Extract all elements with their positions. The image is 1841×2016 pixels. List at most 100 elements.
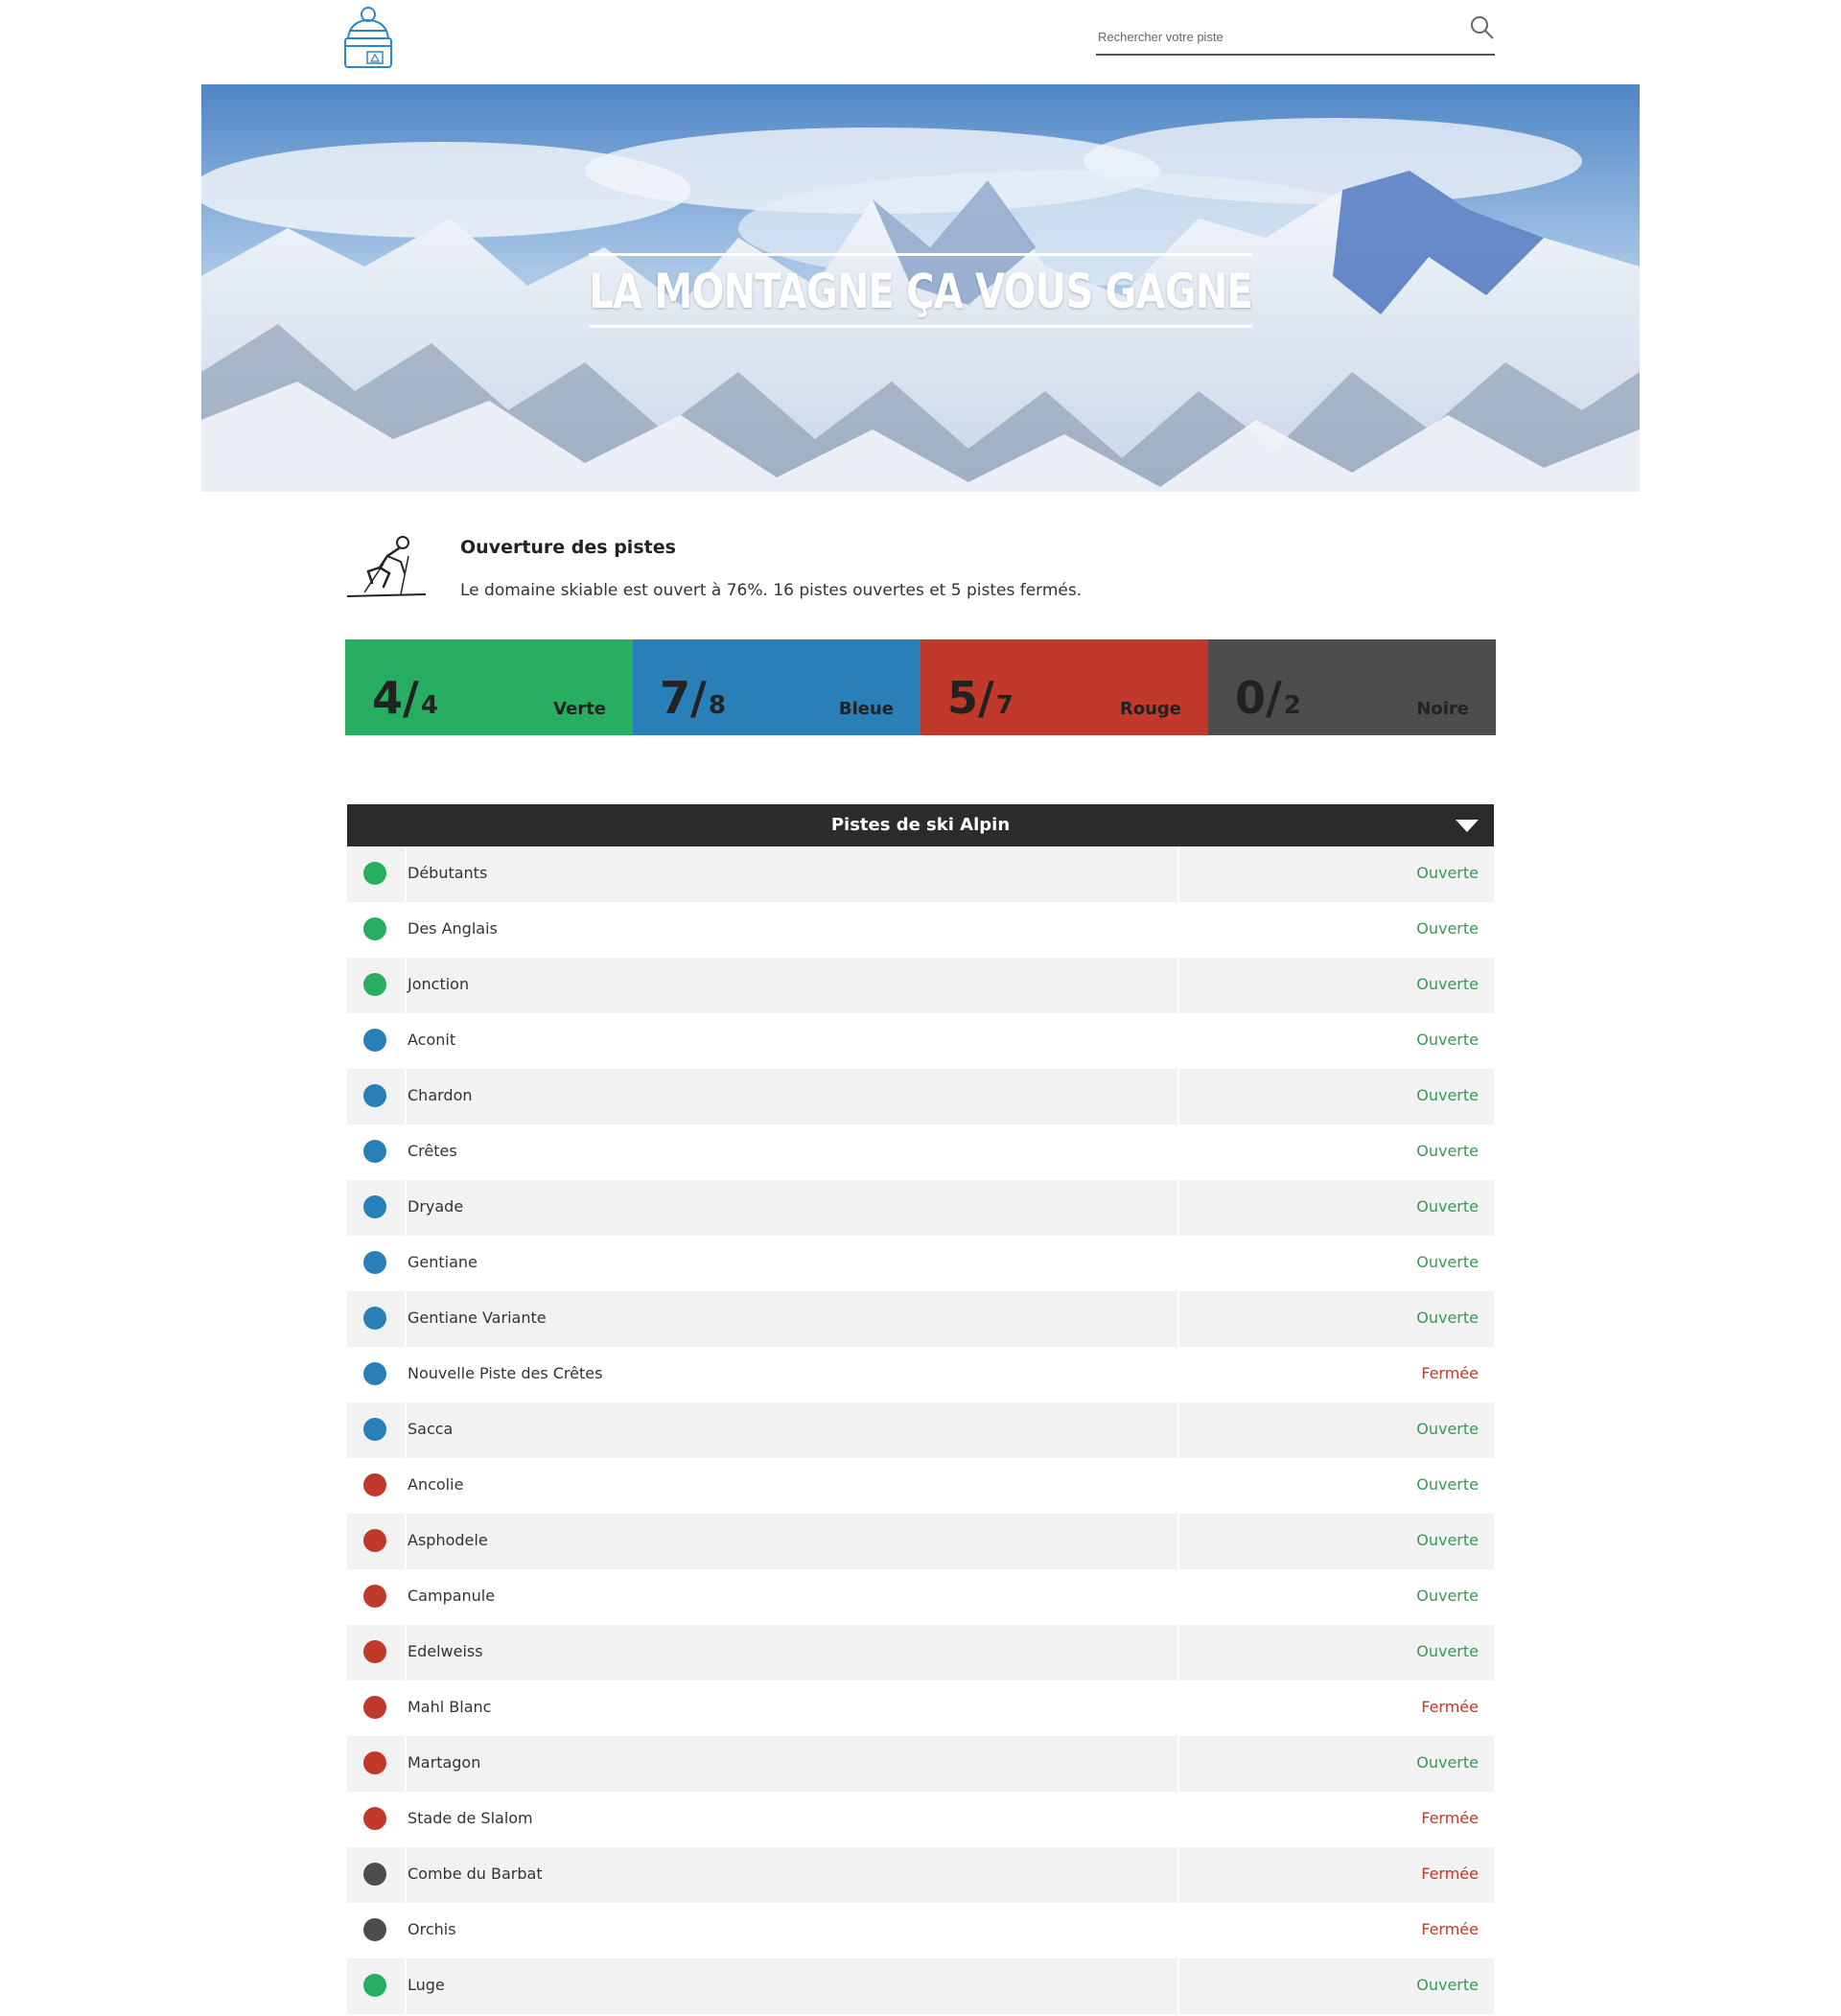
slope-status: Ouverte [1416, 1531, 1479, 1549]
slope-status: Ouverte [1416, 1086, 1479, 1104]
table-row[interactable]: Gentiane Ouverte [347, 1236, 1494, 1291]
table-row[interactable]: Asphodele Ouverte [347, 1514, 1494, 1569]
slope-name: Stade de Slalom [408, 1809, 533, 1827]
difficulty-dot-icon [363, 1529, 386, 1552]
difficulty-dot-icon [363, 917, 386, 940]
column-divider [1177, 1569, 1179, 1625]
column-divider [1177, 958, 1179, 1013]
column-divider [405, 1514, 407, 1569]
column-divider [405, 1458, 407, 1514]
column-divider [405, 1625, 407, 1680]
table-row[interactable]: Des Anglais Ouverte [347, 902, 1494, 958]
caret-down-icon[interactable] [1456, 820, 1479, 832]
table-row[interactable]: Martagon Ouverte [347, 1736, 1494, 1792]
beanie-hat-icon[interactable] [342, 6, 394, 69]
slope-name: Luge [408, 1976, 445, 1994]
difficulty-dot-icon [363, 1195, 386, 1218]
difficulty-dot-icon [363, 1140, 386, 1163]
stat-label: Noire [1416, 699, 1469, 719]
difficulty-dot-icon [363, 1918, 386, 1941]
table-row[interactable]: Jonction Ouverte [347, 958, 1494, 1013]
column-divider [405, 1402, 407, 1458]
slope-name: Jonction [408, 975, 470, 993]
slope-name: Ancolie [408, 1475, 464, 1494]
slope-status: Fermée [1421, 1364, 1479, 1382]
slope-name: Gentiane Variante [408, 1309, 547, 1327]
slope-name: Campanule [408, 1587, 496, 1605]
column-divider [405, 846, 407, 902]
difficulty-dot-icon [363, 1585, 386, 1608]
search-icon[interactable] [1470, 15, 1495, 40]
slope-status: Ouverte [1416, 1142, 1479, 1160]
stat-total-count: 8 [708, 691, 726, 720]
column-divider [405, 1291, 407, 1347]
difficulty-dot-icon [363, 1418, 386, 1441]
stat-label: Verte [553, 699, 606, 719]
column-divider [405, 1347, 407, 1402]
opening-title: Ouverture des pistes [460, 537, 676, 558]
difficulty-dot-icon [363, 1640, 386, 1663]
slope-status: Ouverte [1416, 1197, 1479, 1216]
table-row[interactable]: Aconit Ouverte [347, 1013, 1494, 1069]
slopes-table-header[interactable]: Pistes de ski Alpin [347, 804, 1494, 846]
column-divider [405, 1847, 407, 1903]
slope-status: Fermée [1421, 1920, 1479, 1938]
table-row[interactable]: Nouvelle Piste des Crêtes Fermée [347, 1347, 1494, 1402]
stat-label: Rouge [1119, 699, 1181, 719]
slope-status: Ouverte [1416, 1753, 1479, 1772]
table-row[interactable]: Edelweiss Ouverte [347, 1625, 1494, 1680]
column-divider [1177, 1291, 1179, 1347]
slope-status: Ouverte [1416, 1031, 1479, 1049]
column-divider [1177, 1236, 1179, 1291]
column-divider [405, 902, 407, 958]
search-input[interactable] [1096, 23, 1445, 50]
column-divider [1177, 1180, 1179, 1236]
slope-name: Martagon [408, 1753, 481, 1772]
slope-name: Gentiane [408, 1253, 478, 1271]
table-row[interactable]: Gentiane Variante Ouverte [347, 1291, 1494, 1347]
difficulty-dot-icon [363, 1084, 386, 1107]
table-row[interactable]: Stade de Slalom Fermée [347, 1792, 1494, 1847]
column-divider [1177, 1625, 1179, 1680]
table-row[interactable]: Luge Ouverte [347, 1958, 1494, 2014]
opening-info: Ouverture des pistes Le domaine skiable … [345, 535, 1496, 602]
table-row[interactable]: Sacca Ouverte [347, 1402, 1494, 1458]
hero-banner: LA MONTAGNE ÇA VOUS GAGNE [201, 84, 1640, 492]
table-row[interactable]: Campanule Ouverte [347, 1569, 1494, 1625]
slope-status: Ouverte [1416, 1976, 1479, 1994]
difficulty-dot-icon [363, 1251, 386, 1274]
column-divider [405, 1680, 407, 1736]
slopes-list: Débutants Ouverte Des Anglais Ouverte Joncti… [347, 846, 1494, 2014]
slope-name: Des Anglais [408, 919, 498, 938]
table-row[interactable]: Ancolie Ouverte [347, 1458, 1494, 1514]
column-divider [1177, 1124, 1179, 1180]
column-divider [405, 1958, 407, 2014]
table-row[interactable]: Chardon Ouverte [347, 1069, 1494, 1124]
slopes-table-title: Pistes de ski Alpin [830, 815, 1011, 835]
slope-status: Ouverte [1416, 975, 1479, 993]
column-divider [405, 1069, 407, 1124]
slope-name: Crêtes [408, 1142, 457, 1160]
table-row[interactable]: Débutants Ouverte [347, 846, 1494, 902]
column-divider [1177, 1958, 1179, 2014]
table-row[interactable]: Mahl Blanc Fermée [347, 1680, 1494, 1736]
difficulty-dot-icon [363, 973, 386, 996]
table-row[interactable]: Crêtes Ouverte [347, 1124, 1494, 1180]
difficulty-dot-icon [363, 1029, 386, 1052]
stat-open-count: 4/ [372, 672, 419, 724]
table-row[interactable]: Combe du Barbat Fermée [347, 1847, 1494, 1903]
table-row[interactable]: Dryade Ouverte [347, 1180, 1494, 1236]
difficulty-dot-icon [363, 862, 386, 885]
stat-total-count: 4 [420, 691, 438, 720]
table-row[interactable]: Orchis Fermée [347, 1903, 1494, 1958]
stat-open-count: 0/ [1235, 672, 1282, 724]
skier-icon [345, 535, 428, 600]
slopes-table: Pistes de ski Alpin Débutants Ouverte Des … [347, 804, 1494, 2014]
slope-name: Chardon [408, 1086, 473, 1104]
opening-summary: Le domaine skiable est ouvert à 76%. 16 … [460, 581, 1083, 600]
column-divider [405, 1013, 407, 1069]
slope-name: Aconit [408, 1031, 456, 1049]
column-divider [1177, 1069, 1179, 1124]
slope-name: Mahl Blanc [408, 1698, 492, 1716]
stat-bleue: 7/8 Bleue [633, 639, 920, 735]
